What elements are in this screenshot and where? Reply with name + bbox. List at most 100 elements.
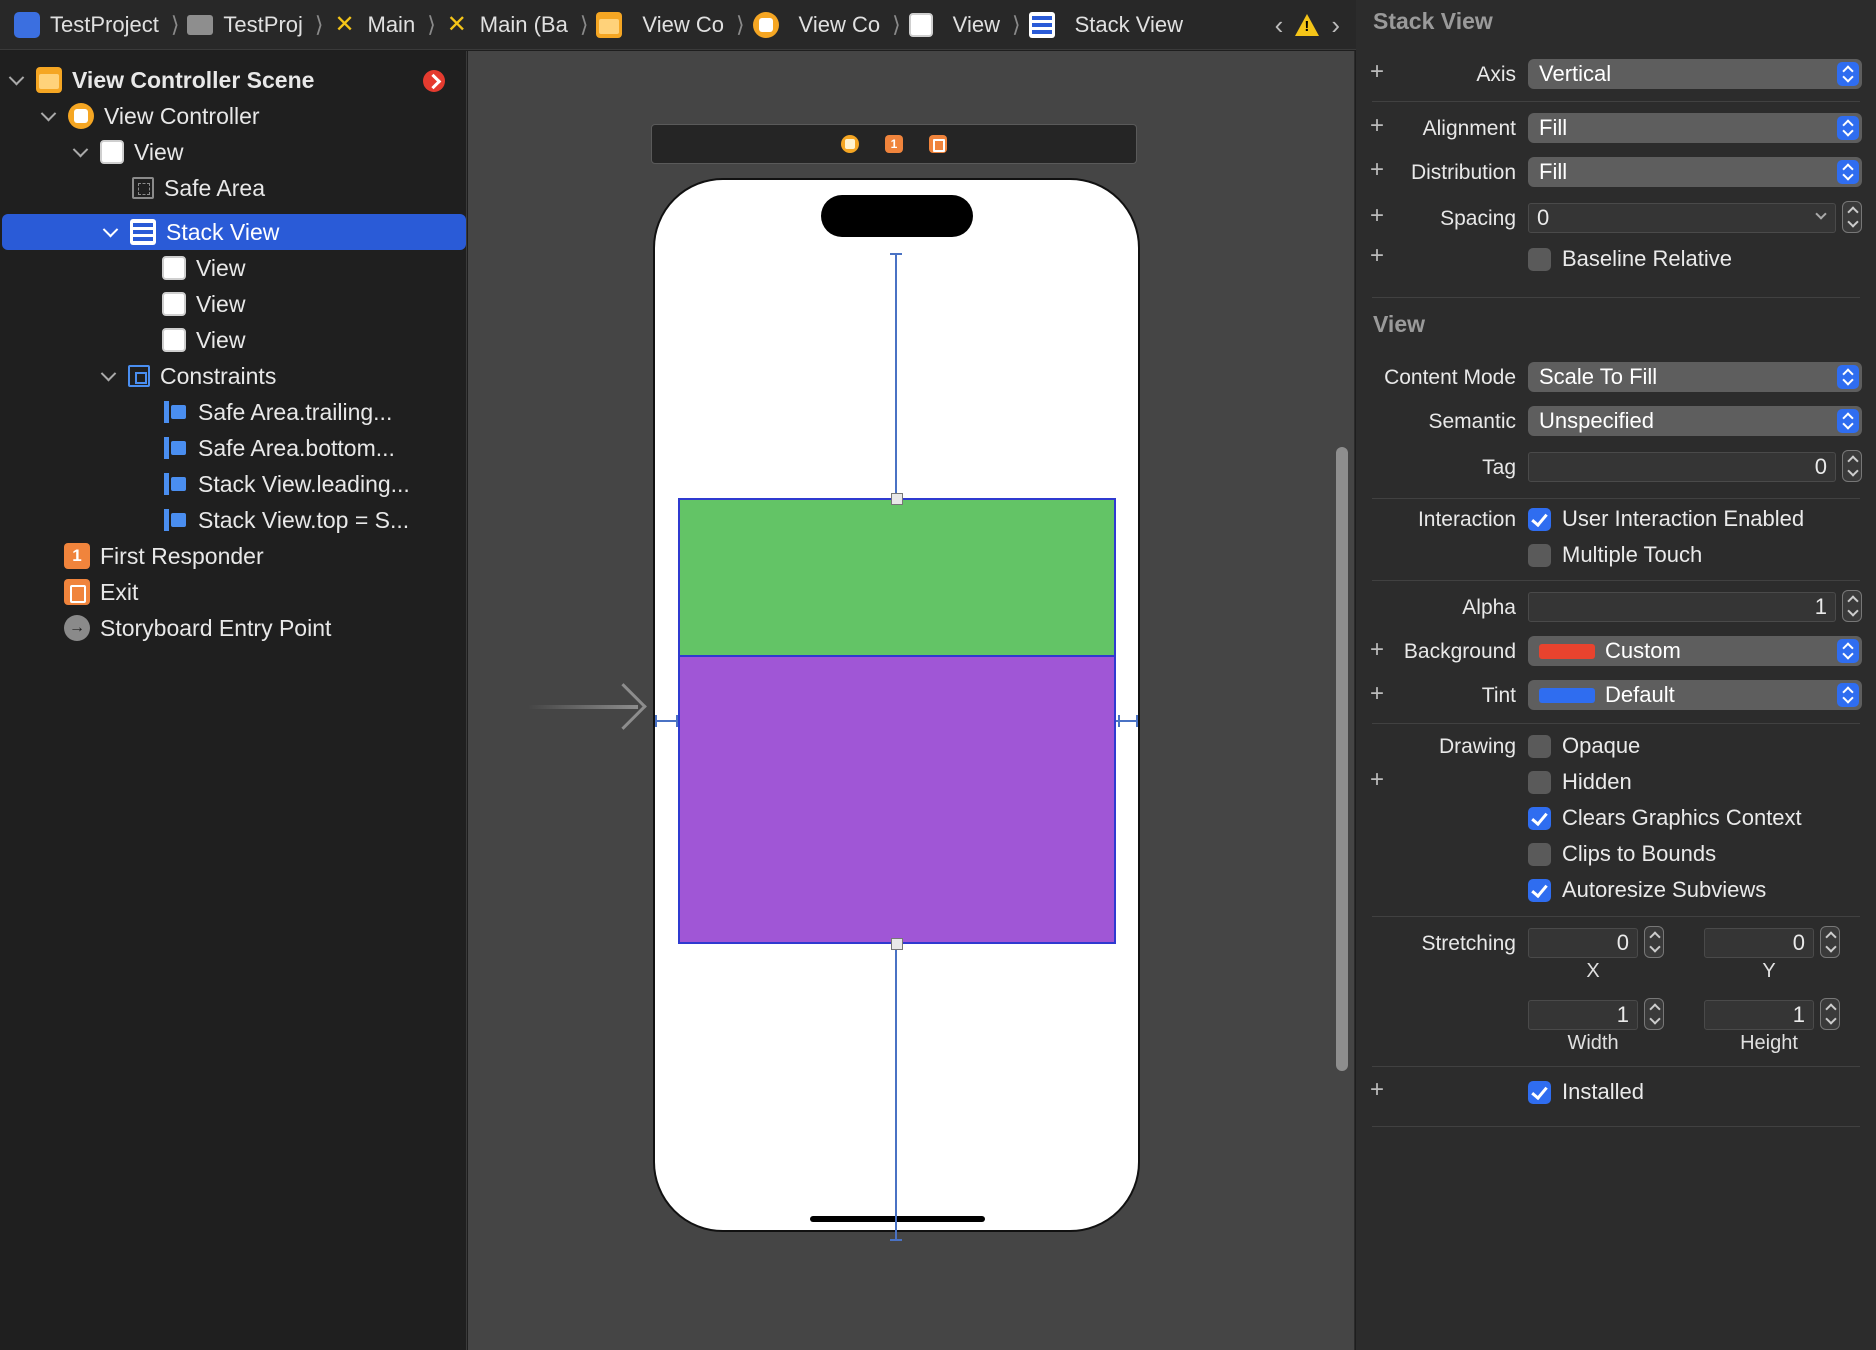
exit-icon[interactable] xyxy=(929,135,947,153)
autoresize-subviews-checkbox[interactable]: Autoresize Subviews xyxy=(1528,877,1766,903)
outline-item-view[interactable]: View xyxy=(0,134,466,170)
plus-icon[interactable]: + xyxy=(1370,636,1384,664)
spacing-stepper[interactable] xyxy=(1842,201,1862,233)
crumb-storyboard[interactable]: ✕ Main ⟩ xyxy=(332,11,435,38)
chevron-down-icon[interactable] xyxy=(6,70,26,90)
outline-item-entry-point[interactable]: → Storyboard Entry Point xyxy=(0,610,466,646)
outline-item-constraints[interactable]: Constraints xyxy=(0,358,466,394)
chevron-down-icon[interactable] xyxy=(98,366,118,386)
outline-item-first-responder[interactable]: 1 First Responder xyxy=(0,538,466,574)
crumb-folder[interactable]: TestProj ⟩ xyxy=(187,12,324,38)
chevron-right-icon[interactable]: › xyxy=(1331,10,1340,41)
semantic-popup[interactable]: Unspecified xyxy=(1528,406,1862,436)
stack-view-selection[interactable] xyxy=(678,498,1116,944)
checkbox-label: Hidden xyxy=(1562,769,1632,794)
view-controller-icon[interactable] xyxy=(841,135,859,153)
stretch-height-field[interactable]: 1 xyxy=(1704,1000,1814,1030)
crumb-stack-view[interactable]: Stack View xyxy=(1028,11,1183,38)
stack-subview-purple[interactable] xyxy=(680,657,1114,942)
distribution-popup[interactable]: Fill xyxy=(1528,157,1862,187)
background-popup[interactable]: Custom xyxy=(1528,636,1862,666)
outline-item-view-controller[interactable]: View Controller xyxy=(0,98,466,134)
scene-dock: 1 xyxy=(651,124,1137,164)
leading-constraint-line[interactable] xyxy=(655,720,678,722)
vertical-scrollbar[interactable] xyxy=(1336,447,1348,1071)
stretch-height-label: Height xyxy=(1740,1032,1798,1054)
error-arrow-icon[interactable] xyxy=(423,70,445,92)
stack-subview-green[interactable] xyxy=(680,500,1114,657)
content-mode-popup[interactable]: Scale To Fill xyxy=(1528,362,1862,392)
outline-item-safe-area[interactable]: Safe Area xyxy=(0,170,466,206)
outline-item-label: Constraints xyxy=(160,362,277,389)
chevron-down-icon[interactable] xyxy=(70,142,90,162)
stretch-width-stepper[interactable] xyxy=(1644,998,1664,1030)
outline-item-subview[interactable]: View xyxy=(0,286,466,322)
view-icon xyxy=(162,292,186,316)
baseline-relative-checkbox[interactable]: Baseline Relative xyxy=(1528,246,1732,272)
tag-field[interactable]: 0 xyxy=(1528,452,1836,482)
up-down-chevron-icon xyxy=(1837,116,1859,140)
top-constraint-line[interactable] xyxy=(895,254,897,499)
multiple-touch-checkbox[interactable]: Multiple Touch xyxy=(1528,542,1702,568)
alpha-stepper[interactable] xyxy=(1842,590,1862,622)
user-interaction-checkbox[interactable]: User Interaction Enabled xyxy=(1528,506,1804,532)
outline-item-subview[interactable]: View xyxy=(0,250,466,286)
tag-stepper[interactable] xyxy=(1842,450,1862,482)
outline-item-subview[interactable]: View xyxy=(0,322,466,358)
document-outline: View Controller Scene View Controller Vi… xyxy=(0,51,467,1350)
chevron-down-icon[interactable] xyxy=(100,222,120,242)
installed-checkbox[interactable]: Installed xyxy=(1528,1079,1644,1105)
alignment-popup[interactable]: Fill xyxy=(1528,113,1862,143)
first-responder-icon[interactable]: 1 xyxy=(885,135,903,153)
crumb-label: Main xyxy=(367,11,416,37)
plus-icon[interactable]: + xyxy=(1370,58,1384,86)
outline-item-constraint[interactable]: Stack View.leading... xyxy=(0,466,466,502)
stretch-height-stepper[interactable] xyxy=(1820,998,1840,1030)
stretch-y-stepper[interactable] xyxy=(1820,926,1840,958)
chevron-down-icon[interactable] xyxy=(38,106,58,126)
plus-icon[interactable]: + xyxy=(1370,1076,1384,1104)
chevron-left-icon[interactable]: ‹ xyxy=(1275,10,1284,41)
section-title-view: View xyxy=(1373,311,1425,337)
clips-to-bounds-checkbox[interactable]: Clips to Bounds xyxy=(1528,841,1716,867)
stretch-x-stepper[interactable] xyxy=(1644,926,1664,958)
entry-point-arrow[interactable] xyxy=(528,705,638,709)
outline-item-constraint[interactable]: Stack View.top = S... xyxy=(0,502,466,538)
interface-builder-canvas[interactable]: 1 xyxy=(468,51,1355,1350)
stretch-y-field[interactable]: 0 xyxy=(1704,928,1814,958)
warning-icon[interactable] xyxy=(1295,14,1320,36)
outline-item-constraint[interactable]: Safe Area.bottom... xyxy=(0,430,466,466)
interaction-label: Interaction xyxy=(1417,508,1516,531)
bottom-constraint-line[interactable] xyxy=(895,944,897,1240)
stretch-width-field[interactable]: 1 xyxy=(1528,1000,1638,1030)
plus-icon[interactable]: + xyxy=(1370,766,1384,794)
plus-icon[interactable]: + xyxy=(1370,112,1384,140)
outline-item-exit[interactable]: Exit xyxy=(0,574,466,610)
resize-handle-top[interactable] xyxy=(891,493,903,505)
crumb-view-controller[interactable]: View Co ⟩ xyxy=(752,11,901,38)
outline-item-constraint[interactable]: Safe Area.trailing... xyxy=(0,394,466,430)
crumb-storyboard-base[interactable]: ✕ Main (Ba ⟩ xyxy=(444,11,589,38)
resize-handle-bottom[interactable] xyxy=(891,938,903,950)
plus-icon[interactable]: + xyxy=(1370,156,1384,184)
crumb-project[interactable]: TestProject ⟩ xyxy=(14,11,179,38)
clears-graphics-checkbox[interactable]: Clears Graphics Context xyxy=(1528,805,1802,831)
spacing-combo[interactable]: 0 xyxy=(1528,203,1836,233)
crumb-view[interactable]: View ⟩ xyxy=(908,12,1021,38)
plus-icon[interactable]: + xyxy=(1370,242,1384,270)
opaque-checkbox[interactable]: Opaque xyxy=(1528,733,1640,759)
distribution-label: Distribution xyxy=(1410,161,1516,184)
chevron-down-icon xyxy=(1815,208,1827,220)
outline-item-stack-view[interactable]: Stack View xyxy=(2,214,466,250)
plus-icon[interactable]: + xyxy=(1370,202,1384,230)
hidden-checkbox[interactable]: Hidden xyxy=(1528,769,1632,795)
outline-item-scene[interactable]: View Controller Scene xyxy=(0,62,466,98)
axis-popup[interactable]: Vertical xyxy=(1528,59,1862,89)
alpha-field[interactable]: 1 xyxy=(1528,592,1836,622)
up-down-chevron-icon xyxy=(1837,62,1859,86)
crumb-scene[interactable]: View Co ⟩ xyxy=(596,11,745,38)
tint-popup[interactable]: Default xyxy=(1528,680,1862,710)
stretch-x-field[interactable]: 0 xyxy=(1528,928,1638,958)
plus-icon[interactable]: + xyxy=(1370,680,1384,708)
outline-item-label: Stack View.top = S... xyxy=(198,506,410,533)
